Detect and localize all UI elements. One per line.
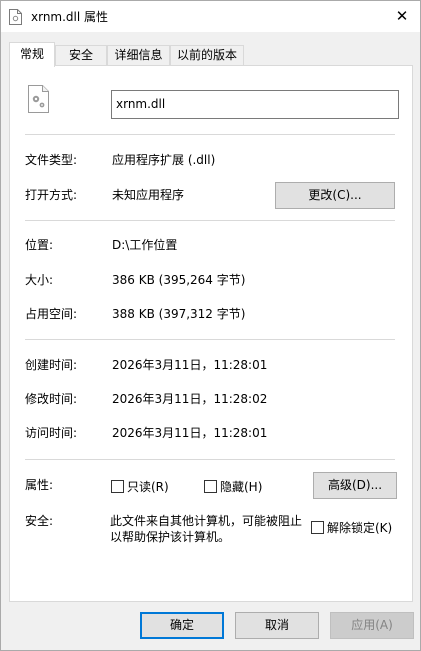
hidden-label[interactable]: 隐藏(H) [220,479,262,495]
file-name-field[interactable]: xrnm.dll [111,90,399,119]
separator [25,459,395,460]
attributes-label: 属性: [25,478,54,492]
opens-with-label: 打开方式: [25,188,78,202]
file-type-value: 应用程序扩展 (.dll) [112,153,216,167]
created-value: 2026年3月11日，11:28:01 [112,358,268,372]
size-on-disk-value: 388 KB (397,312 字节) [112,307,246,321]
separator [25,339,395,340]
security-message-line2: 以帮助保护该计算机。 [110,530,231,544]
dll-file-icon [28,85,49,113]
close-button[interactable]: ✕ [389,5,415,27]
properties-window: xrnm.dll 属性 ✕ 常规 安全 详细信息 以前的版本 xrnm.dll … [0,0,421,651]
location-label: 位置: [25,238,54,252]
cancel-button[interactable]: 取消 [235,612,319,639]
tab-details[interactable]: 详细信息 [107,45,170,66]
tab-previous-versions[interactable]: 以前的版本 [170,45,244,66]
location-value: D:\工作位置 [112,238,178,252]
change-button[interactable]: 更改(C)... [275,182,395,209]
file-icon [9,9,22,25]
size-on-disk-label: 占用空间: [25,307,78,321]
security-label: 安全: [25,514,54,528]
created-label: 创建时间: [25,358,78,372]
accessed-value: 2026年3月11日，11:28:01 [112,426,268,440]
unblock-label[interactable]: 解除锁定(K) [327,520,392,536]
size-value: 386 KB (395,264 字节) [112,273,246,287]
ok-button[interactable]: 确定 [140,612,224,639]
separator [25,220,395,221]
readonly-checkbox[interactable] [111,480,124,493]
file-type-label: 文件类型: [25,153,78,167]
accessed-label: 访问时间: [25,426,78,440]
security-message-line1: 此文件来自其他计算机，可能被阻止 [110,514,303,528]
tab-security[interactable]: 安全 [55,45,107,66]
size-label: 大小: [25,273,54,287]
apply-button[interactable]: 应用(A) [330,612,414,639]
readonly-label[interactable]: 只读(R) [127,479,169,495]
unblock-checkbox[interactable] [311,521,324,534]
separator [25,134,395,135]
modified-value: 2026年3月11日，11:28:02 [112,392,268,406]
modified-label: 修改时间: [25,392,78,406]
tab-general[interactable]: 常规 [9,42,55,67]
hidden-checkbox[interactable] [204,480,217,493]
window-title: xrnm.dll 属性 [31,10,109,24]
opens-with-value: 未知应用程序 [112,188,185,202]
title-bar: xrnm.dll 属性 ✕ [1,1,420,32]
close-icon: ✕ [395,7,409,25]
advanced-button[interactable]: 高级(D)... [313,472,397,499]
